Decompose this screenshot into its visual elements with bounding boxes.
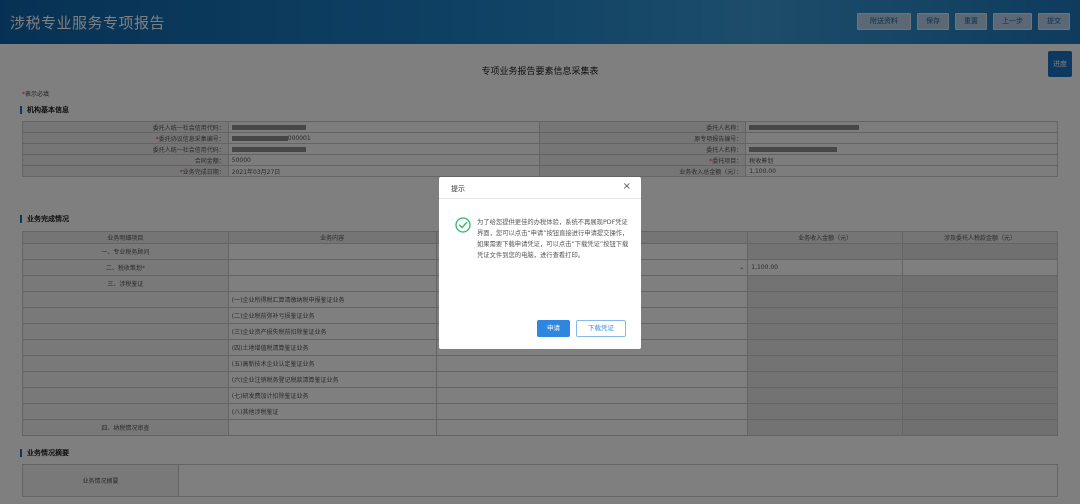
dialog-header: 提示 ×	[439, 177, 641, 199]
notice-dialog: 提示 × 为了给您提供更佳的办税体验，系统不再展现PDF凭证界面，您可以点击“申…	[439, 177, 641, 349]
close-icon[interactable]: ×	[623, 182, 631, 192]
download-voucher-button[interactable]: 下载凭证	[576, 320, 626, 337]
dialog-message: 为了给您提供更佳的办税体验，系统不再展现PDF凭证界面，您可以点击“申请”按钮直…	[477, 219, 629, 259]
apply-button[interactable]: 申请	[537, 320, 570, 337]
dialog-title: 提示	[451, 185, 465, 193]
dialog-buttons: 申请 下载凭证	[537, 320, 626, 337]
check-circle-icon	[455, 217, 471, 233]
